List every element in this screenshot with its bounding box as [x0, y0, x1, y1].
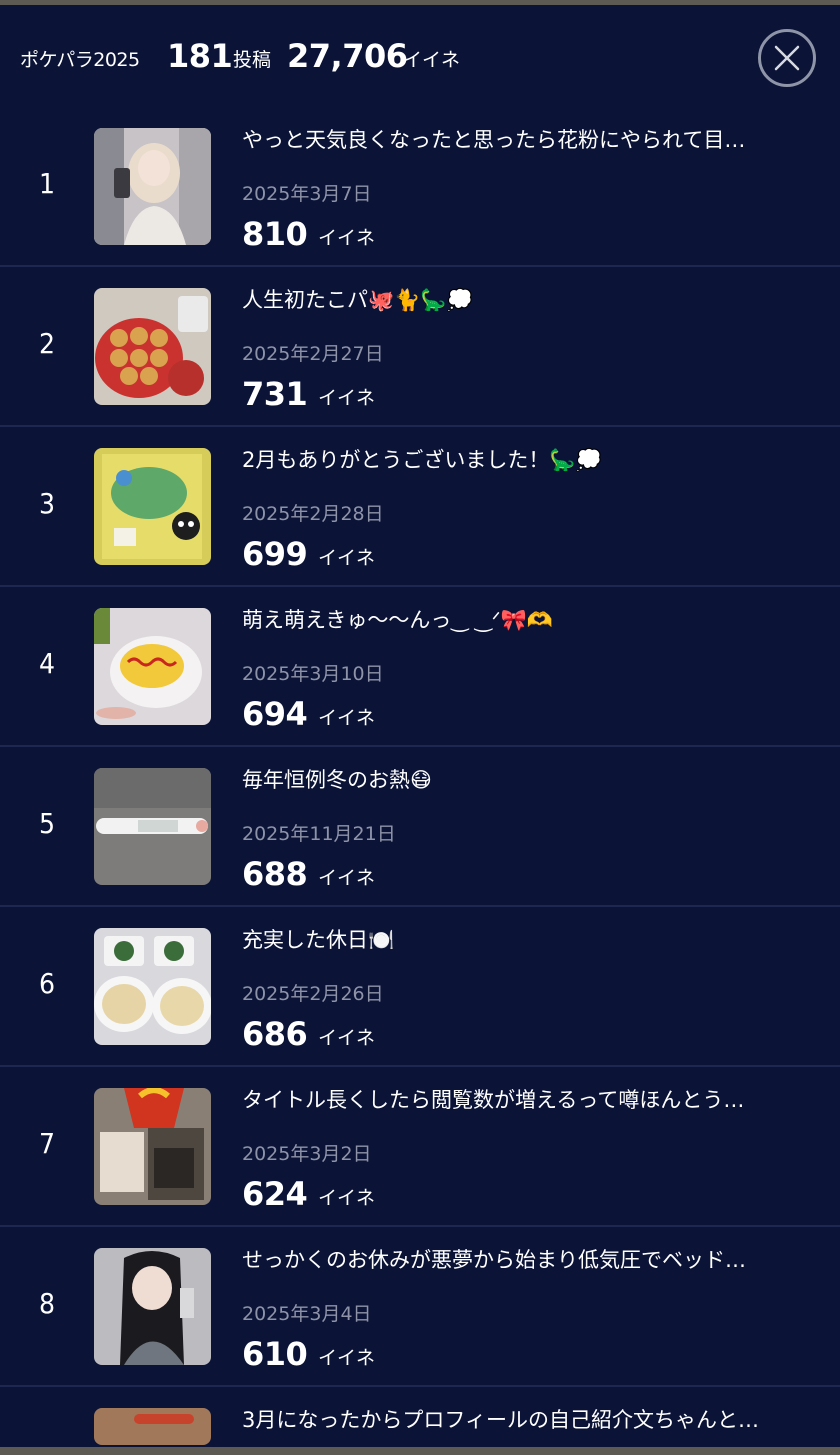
posts-unit: 投稿 [233, 49, 272, 71]
post-date: 2025年3月2日 [242, 1143, 372, 1165]
likes-count: 686 [242, 1015, 308, 1053]
list-item[interactable]: 2 人生初たこパ🐙🐈🦕💭 2025年2月27日 731 イイネ [0, 267, 840, 427]
post-thumbnail [94, 128, 211, 245]
likes-count: 688 [242, 855, 308, 893]
post-thumbnail [94, 768, 211, 885]
post-date: 2025年3月4日 [242, 1303, 372, 1325]
post-date: 2025年2月28日 [242, 503, 384, 525]
post-thumbnail [94, 928, 211, 1045]
rank-number: 4 [38, 647, 56, 680]
likes-count: 694 [242, 695, 308, 733]
list-item[interactable]: 8 せっかくのお休みが悪夢から始まり低気圧でベッド… 2025年3月4日 610… [0, 1227, 840, 1387]
likes-count: 731 [242, 375, 308, 413]
likes-unit: イイネ [318, 547, 376, 569]
likes-unit: イイネ [318, 867, 376, 889]
header: ポケパラ2025 181 投稿 27,706 イイネ [0, 5, 840, 107]
post-title: せっかくのお休みが悪夢から始まり低気圧でベッド… [242, 1248, 746, 1272]
rank-number: 8 [38, 1287, 56, 1320]
list-item[interactable]: 3 2月もありがとうございました！🦕💭 2025年2月28日 699 イイネ [0, 427, 840, 587]
post-date: 2025年3月7日 [242, 183, 372, 205]
likes-unit: イイネ [318, 1187, 376, 1209]
list-item[interactable]: 7 タイトル長くしたら閲覧数が増えるって噂ほんとう… 2025年3月2日 624… [0, 1067, 840, 1227]
post-thumbnail [94, 288, 211, 405]
rank-number: 7 [38, 1127, 56, 1160]
brand-title: ポケパラ2025 [20, 49, 140, 71]
post-thumbnail [94, 1248, 211, 1365]
rank-number: 2 [38, 327, 56, 360]
list-item[interactable]: 3月になったからプロフィールの自己紹介文ちゃんと… [0, 1387, 840, 1445]
likes-count: 624 [242, 1175, 308, 1213]
post-title: やっと天気良くなったと思ったら花粉にやられて目… [242, 128, 746, 152]
list-item[interactable]: 6 充実した休日🍽️ 2025年2月26日 686 イイネ [0, 907, 840, 1067]
likes-count: 699 [242, 535, 308, 573]
total-likes-unit: イイネ [403, 49, 461, 71]
likes-count: 610 [242, 1335, 308, 1373]
likes-unit: イイネ [318, 707, 376, 729]
post-title: タイトル長くしたら閲覧数が増えるって噂ほんとう… [242, 1088, 745, 1112]
post-title: 人生初たこパ🐙🐈🦕💭 [242, 288, 473, 312]
list-item[interactable]: 1 やっと天気良くなったと思ったら花粉にやられて目… 2025年3月7日 810… [0, 107, 840, 267]
likes-unit: イイネ [318, 1347, 376, 1369]
post-date: 2025年3月10日 [242, 663, 384, 685]
total-likes-count: 27,706 [287, 37, 408, 75]
post-title: 充実した休日🍽️ [242, 928, 395, 952]
post-thumbnail [94, 448, 211, 565]
rank-number: 6 [38, 967, 56, 1000]
likes-unit: イイネ [318, 1027, 376, 1049]
post-title: 2月もありがとうございました！🦕💭 [242, 448, 602, 472]
rank-number: 1 [38, 167, 56, 200]
post-date: 2025年11月21日 [242, 823, 396, 845]
post-title: 萌え萌えきゅ〜〜んっ‿ ‿ᐟ🎀🫶 [242, 608, 553, 632]
ranking-list: 1 やっと天気良くなったと思ったら花粉にやられて目… 2025年3月7日 810… [0, 107, 840, 1445]
posts-count: 181 [167, 37, 233, 75]
likes-count: 810 [242, 215, 308, 253]
post-thumbnail [94, 1408, 211, 1445]
post-date: 2025年2月27日 [242, 343, 384, 365]
likes-unit: イイネ [318, 387, 376, 409]
post-title: 毎年恒例冬のお熱😷 [242, 768, 432, 792]
rank-number: 3 [38, 487, 56, 520]
list-item[interactable]: 5 毎年恒例冬のお熱😷 2025年11月21日 688 イイネ [0, 747, 840, 907]
rank-number: 5 [38, 807, 56, 840]
post-date: 2025年2月26日 [242, 983, 384, 1005]
bottom-edge [0, 1447, 840, 1455]
post-thumbnail [94, 1088, 211, 1205]
list-item[interactable]: 4 萌え萌えきゅ〜〜んっ‿ ‿ᐟ🎀🫶 2025年3月10日 694 イイネ [0, 587, 840, 747]
close-button[interactable] [758, 29, 816, 87]
post-thumbnail [94, 608, 211, 725]
likes-unit: イイネ [318, 227, 376, 249]
close-icon [774, 45, 800, 71]
post-title: 3月になったからプロフィールの自己紹介文ちゃんと… [242, 1408, 759, 1432]
